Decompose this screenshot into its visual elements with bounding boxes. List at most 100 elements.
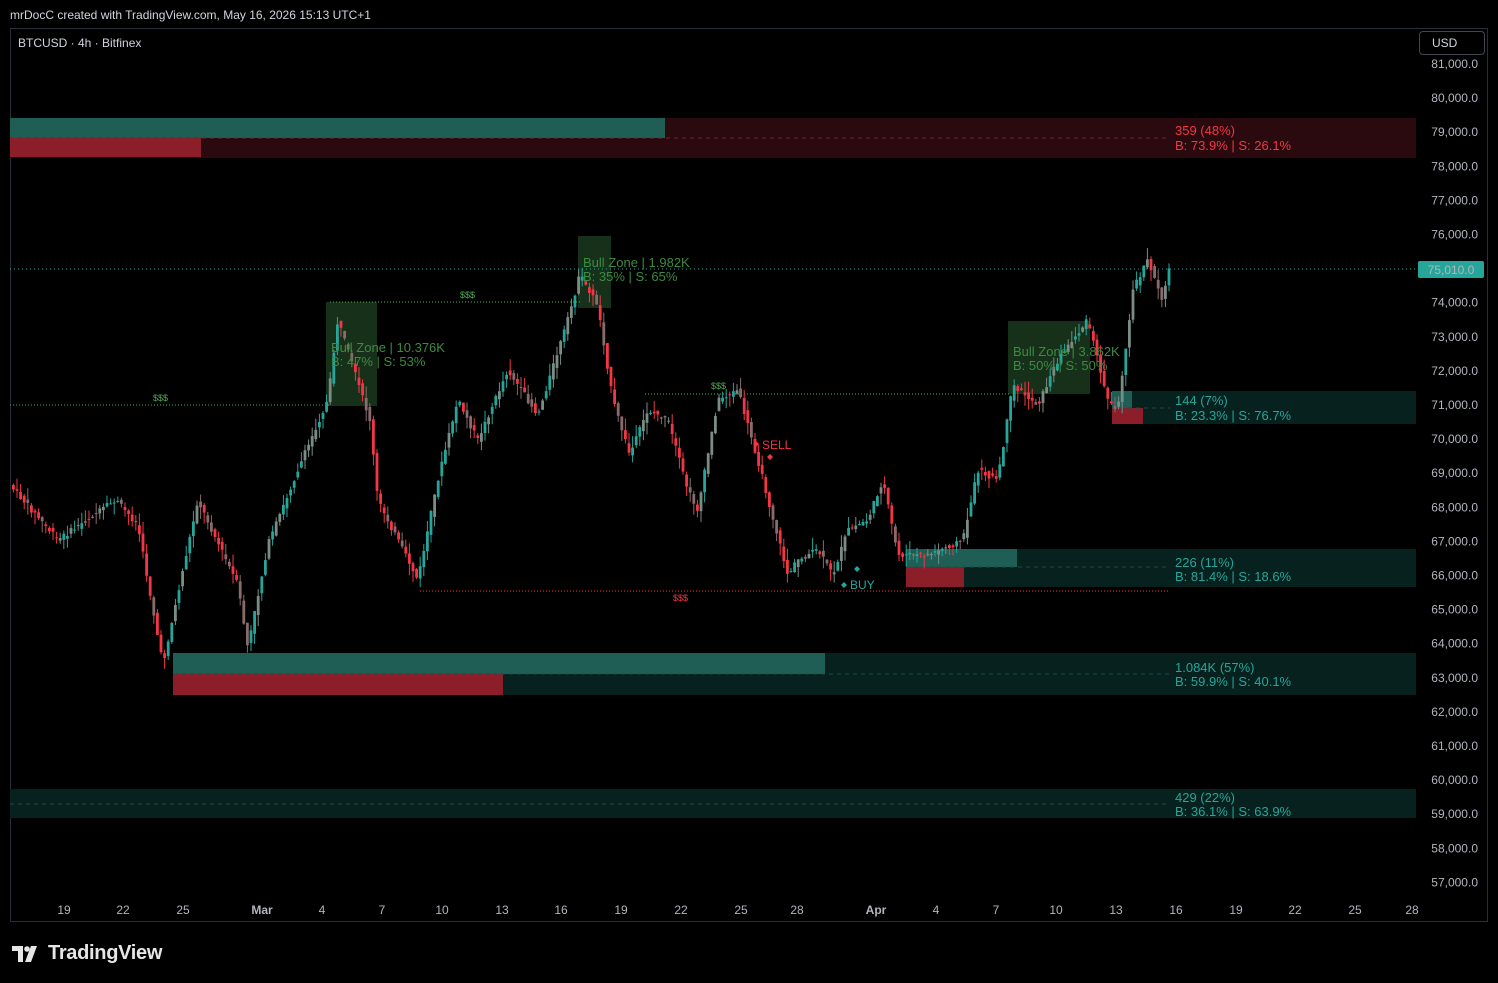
candle-body (318, 422, 321, 428)
bull-zone-title-1: Bull Zone | 10.376K (331, 340, 445, 355)
candle-body (735, 390, 739, 394)
chart-canvas[interactable]: 81,000.0 80,000.0 79,000.0 78,000.0 77,000.0… (0, 0, 1498, 983)
candle-body (1023, 392, 1027, 396)
candle-body (134, 520, 138, 523)
candle-body (613, 389, 616, 404)
candle-body (505, 374, 508, 380)
candle-body (984, 471, 987, 476)
candle-body (256, 595, 260, 616)
candle-body (908, 552, 912, 555)
bull-zone-labels: Bull Zone | 10.376K B: 47% | S: 53% Bull… (331, 255, 1120, 373)
price-axis-label: 66,000.0 (1431, 569, 1478, 583)
candle-body (847, 527, 850, 536)
candle-body (786, 559, 789, 574)
candle-body (840, 546, 843, 561)
candle-body (782, 546, 786, 562)
candle-body (469, 416, 472, 429)
candle-body (732, 391, 735, 397)
candle-body (418, 566, 422, 579)
candle-body (339, 320, 343, 328)
price-axis-label: 65,000.0 (1431, 603, 1478, 617)
price-axis-label: 70,000.0 (1431, 432, 1478, 446)
candle-body (105, 503, 109, 507)
candle-body (321, 412, 325, 419)
candle-body (894, 526, 897, 543)
candle-body (1074, 336, 1077, 340)
footer (0, 922, 1498, 983)
candle-body (508, 370, 512, 376)
candle-body (170, 622, 174, 642)
candle-body (138, 525, 141, 535)
candle-body (930, 553, 933, 556)
symbol-title[interactable]: BTCUSD · 4h · Bitfinex (18, 36, 141, 50)
candle-body (526, 393, 530, 404)
candle-body (231, 566, 235, 574)
candle-body (642, 420, 645, 432)
candle-body (37, 512, 40, 519)
candle-body (386, 514, 390, 522)
profile-split-5: B: 36.1% | S: 63.9% (1175, 804, 1292, 819)
profile-total-5: 429 (22%) (1175, 790, 1235, 805)
tradingview-logo[interactable]: TradingView (12, 942, 162, 965)
candle-body (408, 553, 411, 564)
candle-body (832, 572, 836, 575)
candle-body (771, 505, 775, 520)
candle-body (843, 536, 847, 552)
candle-body (210, 522, 213, 532)
time-axis-label: 22 (1288, 903, 1302, 917)
candle-body (775, 520, 778, 534)
candle-body (710, 431, 714, 455)
candle-body (598, 305, 602, 321)
candle-body (649, 412, 652, 414)
candle-body (501, 381, 505, 392)
bull-zone-split-1: B: 47% | S: 53% (331, 354, 426, 369)
candle-body (876, 496, 879, 507)
candle-body (141, 533, 145, 552)
candle-body (76, 525, 80, 527)
candle-body (433, 494, 436, 517)
candle-body (1124, 348, 1128, 375)
candle-body (109, 503, 112, 505)
candle-body (411, 563, 415, 572)
candle-body (278, 513, 282, 522)
candle-body (1128, 320, 1131, 348)
price-axis-label: 80,000.0 (1431, 91, 1478, 105)
candle-body (1088, 324, 1092, 329)
candle-body (973, 482, 976, 504)
candlestick-series[interactable] (12, 248, 1171, 669)
candle-body (692, 494, 696, 504)
candle-body (148, 576, 152, 596)
candle-body (854, 525, 858, 530)
candle-body (728, 394, 732, 396)
candle-body (976, 472, 980, 486)
candle-body (519, 386, 523, 388)
candle-body (152, 597, 156, 616)
time-axis[interactable]: 19 22 25 Mar 4 7 10 13 16 19 22 25 28 Apr 4 7 10 13 16 19 22… (57, 903, 1419, 917)
candle-body (1027, 392, 1030, 399)
sell-signal-label: SELL (762, 438, 792, 452)
profile-split-1: B: 73.9% | S: 26.1% (1175, 138, 1292, 153)
profile-split-2: B: 23.3% | S: 76.7% (1175, 408, 1292, 423)
candle-body (375, 453, 379, 491)
bull-zone-title-3: Bull Zone | 3.862K (1013, 344, 1120, 359)
profile-buy-bar-4 (173, 653, 825, 674)
candle-body (530, 399, 534, 407)
candle-body (516, 378, 519, 384)
currency-button[interactable]: USD (1419, 31, 1485, 55)
candle-body (440, 461, 444, 477)
candle-body (1120, 375, 1124, 403)
candle-body (357, 377, 361, 386)
candle-body (199, 501, 202, 508)
candle-body (12, 484, 15, 490)
price-axis[interactable]: 81,000.0 80,000.0 79,000.0 78,000.0 77,000.0… (1431, 57, 1478, 889)
time-axis-label: 13 (1109, 903, 1123, 917)
profile-buy-bar-1 (10, 118, 665, 138)
candle-body (706, 453, 710, 474)
candle-body (897, 540, 901, 555)
candle-body (22, 495, 26, 503)
candle-body (213, 529, 217, 537)
time-axis-label: 28 (790, 903, 804, 917)
candle-body (271, 531, 274, 540)
candle-body (1034, 402, 1038, 405)
candle-body (721, 397, 724, 402)
